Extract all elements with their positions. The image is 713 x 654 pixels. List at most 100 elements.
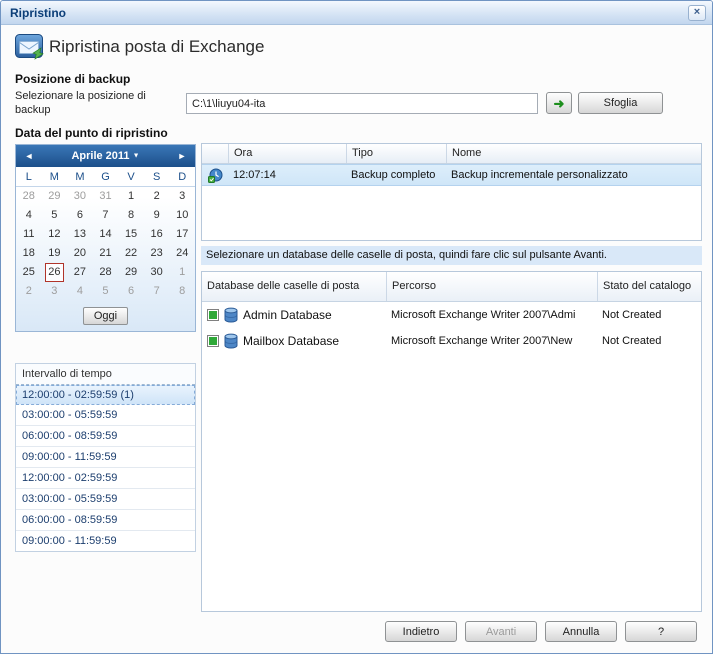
calendar-day[interactable]: 18 <box>16 244 42 263</box>
titlebar[interactable]: Ripristino × <box>1 1 712 25</box>
calendar-day[interactable]: 23 <box>144 244 170 263</box>
calendar-day[interactable]: 22 <box>118 244 144 263</box>
calendar-day[interactable]: 30 <box>67 187 93 206</box>
database-table-header: Database delle caselle di posta Percorso… <box>202 272 701 302</box>
backup-name: Backup incrementale personalizzato <box>446 169 701 181</box>
calendar-day[interactable]: 5 <box>93 282 119 301</box>
calendar-day[interactable]: 9 <box>144 206 170 225</box>
day-header: S <box>144 167 170 187</box>
calendar-day[interactable]: 24 <box>169 244 195 263</box>
calendar-day[interactable]: 4 <box>67 282 93 301</box>
browse-button[interactable]: Sfoglia <box>578 92 663 114</box>
day-header: M <box>42 167 68 187</box>
exchange-restore-icon <box>14 32 47 67</box>
calendar-day[interactable]: 5 <box>42 206 68 225</box>
calendar-day[interactable]: 13 <box>67 225 93 244</box>
database-row[interactable]: Admin DatabaseMicrosoft Exchange Writer … <box>202 302 701 328</box>
database-icon <box>224 333 238 349</box>
backup-location-label: Selezionare la posizione di backup <box>15 89 177 117</box>
day-header: G <box>93 167 119 187</box>
calendar-month-dropdown[interactable]: Aprile 2011 ▼ <box>37 150 174 162</box>
chevron-down-icon: ▼ <box>133 153 140 160</box>
calendar-day[interactable]: 25 <box>16 263 42 282</box>
calendar-header: ◄ Aprile 2011 ▼ ► <box>16 145 195 167</box>
time-interval-item[interactable]: 09:00:00 - 11:59:59 <box>16 447 195 468</box>
backup-table-body: 12:07:14Backup completoBackup incrementa… <box>202 164 701 186</box>
calendar-day[interactable]: 6 <box>118 282 144 301</box>
back-button[interactable]: Indietro <box>385 621 457 642</box>
backup-path-input[interactable] <box>186 93 538 114</box>
calendar-day[interactable]: 16 <box>144 225 170 244</box>
calendar-day[interactable]: 7 <box>93 206 119 225</box>
calendar-next-icon[interactable]: ► <box>174 151 190 161</box>
calendar-day[interactable]: 28 <box>16 187 42 206</box>
column-header-percorso[interactable]: Percorso <box>386 272 597 301</box>
time-interval-item[interactable]: 12:00:00 - 02:59:59 (1) <box>16 385 195 405</box>
time-interval-item[interactable]: 12:00:00 - 02:59:59 <box>16 468 195 489</box>
column-header-nome[interactable]: Nome <box>446 144 701 163</box>
column-header-database[interactable]: Database delle caselle di posta <box>202 272 386 301</box>
calendar-day[interactable]: 29 <box>118 263 144 282</box>
calendar-day[interactable]: 27 <box>67 263 93 282</box>
page-title: Ripristina posta di Exchange <box>49 37 264 57</box>
window-title: Ripristino <box>10 6 66 20</box>
time-interval-item[interactable]: 06:00:00 - 08:59:59 <box>16 426 195 447</box>
close-icon[interactable]: × <box>688 5 706 21</box>
calendar-day-selected[interactable]: 26 <box>45 263 65 282</box>
calendar-day[interactable]: 19 <box>42 244 68 263</box>
calendar-day[interactable]: 20 <box>67 244 93 263</box>
cancel-button[interactable]: Annulla <box>545 621 617 642</box>
today-button[interactable]: Oggi <box>83 307 128 325</box>
time-interval-item[interactable]: 03:00:00 - 05:59:59 <box>16 489 195 510</box>
day-header: D <box>169 167 195 187</box>
backup-sessions-table: Ora Tipo Nome 12:07:14Backup completoBac… <box>201 143 702 241</box>
column-header-ora[interactable]: Ora <box>228 144 346 163</box>
database-row[interactable]: Mailbox DatabaseMicrosoft Exchange Write… <box>202 328 701 354</box>
calendar-day[interactable]: 7 <box>144 282 170 301</box>
help-button[interactable]: ? <box>625 621 697 642</box>
catalog-status: Not Created <box>597 335 701 347</box>
calendar-grid: 2829303112345678910111213141516171819202… <box>16 187 195 301</box>
go-button[interactable]: ➜ <box>546 92 572 114</box>
column-header-stato-catalogo[interactable]: Stato del catalogo <box>597 272 701 301</box>
green-arrow-icon: ➜ <box>554 97 565 110</box>
calendar-day[interactable]: 2 <box>16 282 42 301</box>
calendar-day[interactable]: 21 <box>93 244 119 263</box>
calendar-day[interactable]: 2 <box>144 187 170 206</box>
calendar-day-headers: L M M G V S D <box>16 167 195 187</box>
day-header: M <box>67 167 93 187</box>
column-header-tipo[interactable]: Tipo <box>346 144 446 163</box>
calendar-prev-icon[interactable]: ◄ <box>21 151 37 161</box>
time-interval-header: Intervallo di tempo <box>16 364 195 385</box>
backup-session-icon <box>208 168 223 183</box>
calendar-day[interactable]: 6 <box>67 206 93 225</box>
time-interval-item[interactable]: 06:00:00 - 08:59:59 <box>16 510 195 531</box>
day-header: V <box>118 167 144 187</box>
catalog-status: Not Created <box>597 309 701 321</box>
calendar-day[interactable]: 4 <box>16 206 42 225</box>
calendar-day[interactable]: 17 <box>169 225 195 244</box>
calendar-day[interactable]: 8 <box>169 282 195 301</box>
calendar-day[interactable]: 29 <box>42 187 68 206</box>
calendar-day[interactable]: 1 <box>169 263 195 282</box>
time-interval-item[interactable]: 03:00:00 - 05:59:59 <box>16 405 195 426</box>
calendar-day[interactable]: 28 <box>93 263 119 282</box>
calendar-day[interactable]: 11 <box>16 225 42 244</box>
calendar-day[interactable]: 15 <box>118 225 144 244</box>
calendar-month-label: Aprile 2011 <box>71 150 129 162</box>
database-checkbox[interactable] <box>207 309 219 321</box>
next-button[interactable]: Avanti <box>465 621 537 642</box>
database-path: Microsoft Exchange Writer 2007\New <box>386 335 597 347</box>
backup-row[interactable]: 12:07:14Backup completoBackup incrementa… <box>202 164 701 186</box>
calendar-day[interactable]: 3 <box>42 282 68 301</box>
calendar-day[interactable]: 31 <box>93 187 119 206</box>
database-checkbox[interactable] <box>207 335 219 347</box>
calendar-day[interactable]: 3 <box>169 187 195 206</box>
calendar-day[interactable]: 12 <box>42 225 68 244</box>
calendar-day[interactable]: 8 <box>118 206 144 225</box>
calendar-day[interactable]: 30 <box>144 263 170 282</box>
calendar-day[interactable]: 1 <box>118 187 144 206</box>
calendar-day[interactable]: 10 <box>169 206 195 225</box>
time-interval-item[interactable]: 09:00:00 - 11:59:59 <box>16 531 195 551</box>
calendar-day[interactable]: 14 <box>93 225 119 244</box>
